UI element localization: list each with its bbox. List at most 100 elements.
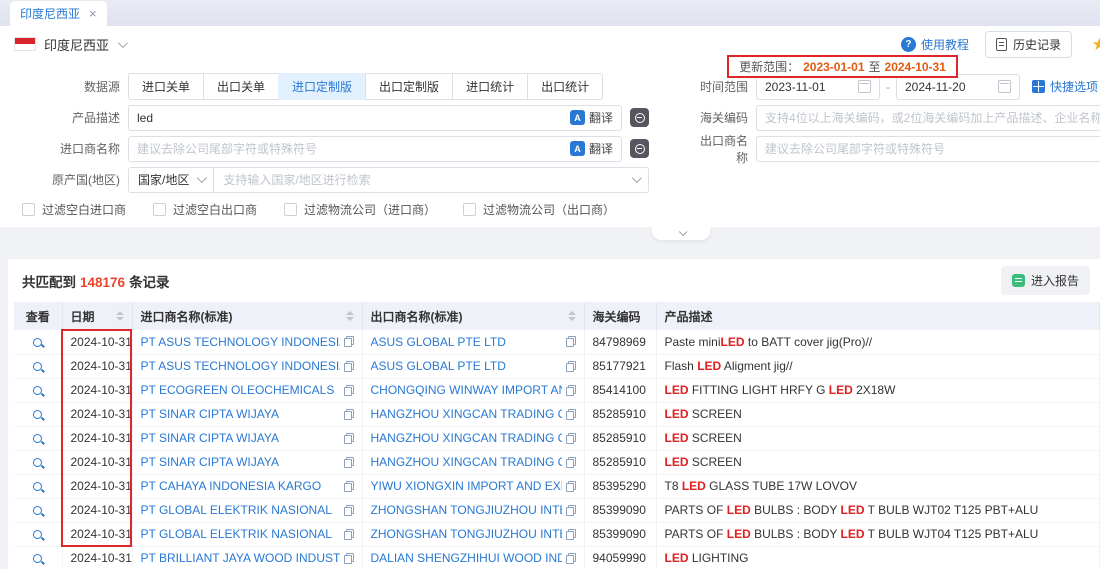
filter-checkbox-2[interactable]: 过滤空白出口商 bbox=[153, 201, 257, 218]
exporter-link[interactable]: HANGZHOU XINGCAN TRADING CO LTD bbox=[371, 407, 562, 421]
exporter-input[interactable]: 建议去除公司尾部字符或特殊符号 bbox=[756, 136, 1100, 162]
column-header-4[interactable]: 出口商名称(标准) bbox=[362, 302, 584, 330]
copy-icon[interactable] bbox=[566, 385, 576, 396]
product-desc-cell: PARTS OF LED BULBS : BODY LED T BULB WJT… bbox=[656, 522, 1100, 546]
data-source-option-1[interactable]: 进口关单 bbox=[128, 73, 204, 100]
view-details-icon[interactable] bbox=[33, 338, 42, 347]
exporter-link[interactable]: ZHONGSHAN TONGJIUZHOU INTERNA... bbox=[371, 527, 562, 541]
date-cell: 2024-10-31 bbox=[62, 474, 132, 498]
hs-code-cell: 85285910 bbox=[584, 426, 656, 450]
translate-button[interactable]: A 翻译 bbox=[570, 109, 613, 126]
exporter-link[interactable]: ASUS GLOBAL PTE LTD bbox=[371, 359, 506, 373]
data-source-option-6[interactable]: 出口统计 bbox=[527, 73, 603, 100]
chevron-down-icon[interactable] bbox=[118, 38, 128, 48]
copy-icon[interactable] bbox=[566, 433, 576, 444]
match-mode-icon[interactable] bbox=[630, 139, 649, 158]
table-header-row: 查看日期进口商名称(标准)出口商名称(标准)海关编码产品描述 bbox=[14, 302, 1100, 330]
favorite-star-icon[interactable]: ★ bbox=[1092, 35, 1100, 55]
table-row: 2024-10-31PT ECOGREEN OLEOCHEMICALSCHONG… bbox=[14, 378, 1100, 402]
importer-link[interactable]: PT SINAR CIPTA WIJAYA bbox=[141, 431, 279, 445]
checkbox-icon bbox=[284, 203, 297, 216]
data-source-option-5[interactable]: 进口统计 bbox=[452, 73, 528, 100]
copy-icon[interactable] bbox=[566, 457, 576, 468]
hs-code-label: 海关编码 bbox=[690, 109, 748, 126]
history-icon bbox=[996, 38, 1007, 51]
sort-icon[interactable] bbox=[116, 311, 124, 321]
copy-icon[interactable] bbox=[344, 336, 354, 347]
filter-checkbox-3[interactable]: 过滤物流公司（进口商） bbox=[284, 201, 436, 218]
sort-icon[interactable] bbox=[346, 311, 354, 321]
copy-icon[interactable] bbox=[344, 529, 354, 540]
view-details-icon[interactable] bbox=[33, 434, 42, 443]
importer-link[interactable]: PT ECOGREEN OLEOCHEMICALS bbox=[141, 383, 335, 397]
importer-link[interactable]: PT GLOBAL ELEKTRIK NASIONAL bbox=[141, 503, 332, 517]
copy-icon[interactable] bbox=[566, 409, 576, 420]
importer-input[interactable]: 建议去除公司尾部字符或特殊符号 A 翻译 bbox=[128, 136, 622, 162]
copy-icon[interactable] bbox=[344, 553, 354, 564]
quick-options-button[interactable]: 快捷选项 bbox=[1032, 78, 1098, 95]
exporter-link[interactable]: DALIAN SHENGZHIHUI WOOD INDUST... bbox=[371, 551, 562, 565]
match-mode-icon[interactable] bbox=[630, 108, 649, 127]
copy-icon[interactable] bbox=[344, 433, 354, 444]
filter-checkbox-1[interactable]: 过滤空白进口商 bbox=[22, 201, 126, 218]
history-button[interactable]: 历史记录 bbox=[985, 31, 1072, 58]
view-details-icon[interactable] bbox=[33, 506, 42, 515]
importer-link[interactable]: PT GLOBAL ELEKTRIK NASIONAL bbox=[141, 527, 332, 541]
copy-icon[interactable] bbox=[344, 385, 354, 396]
checkbox-icon bbox=[463, 203, 476, 216]
hs-code-cell: 84798969 bbox=[584, 330, 656, 354]
origin-type-dropdown[interactable]: 国家/地区 bbox=[129, 168, 214, 192]
close-icon[interactable]: × bbox=[89, 6, 97, 21]
collapse-panel-button[interactable] bbox=[652, 227, 710, 240]
view-details-icon[interactable] bbox=[33, 482, 42, 491]
column-header-2[interactable]: 日期 bbox=[62, 302, 132, 330]
exporter-link[interactable]: HANGZHOU XINGCAN TRADING CO LTD bbox=[371, 431, 562, 445]
column-header-3[interactable]: 进口商名称(标准) bbox=[132, 302, 362, 330]
exporter-link[interactable]: CHONGQING WINWAY IMPORT AND E... bbox=[371, 383, 562, 397]
tutorial-label: 使用教程 bbox=[921, 36, 969, 53]
tab-indonesia[interactable]: 印度尼西亚 × bbox=[10, 1, 107, 26]
exporter-link[interactable]: YIWU XIONGXIN IMPORT AND EXPORT... bbox=[371, 479, 562, 493]
view-details-icon[interactable] bbox=[33, 410, 42, 419]
copy-icon[interactable] bbox=[344, 457, 354, 468]
importer-link[interactable]: PT ASUS TECHNOLOGY INDONESIA BA... bbox=[141, 359, 340, 373]
copy-icon[interactable] bbox=[344, 409, 354, 420]
importer-link[interactable]: PT BRILLIANT JAYA WOOD INDUSTRY bbox=[141, 551, 340, 565]
exporter-link[interactable]: ZHONGSHAN TONGJIUZHOU INTERNA... bbox=[371, 503, 562, 517]
view-details-icon[interactable] bbox=[33, 530, 42, 539]
exporter-link[interactable]: HANGZHOU XINGCAN TRADING CO LTD bbox=[371, 455, 562, 469]
copy-icon[interactable] bbox=[344, 481, 354, 492]
importer-link[interactable]: PT SINAR CIPTA WIJAYA bbox=[141, 455, 279, 469]
copy-icon[interactable] bbox=[566, 529, 576, 540]
importer-link[interactable]: PT ASUS TECHNOLOGY INDONESIA BA... bbox=[141, 335, 340, 349]
importer-link[interactable]: PT SINAR CIPTA WIJAYA bbox=[141, 407, 279, 421]
product-desc-cell: LED SCREEN bbox=[656, 426, 1100, 450]
view-details-icon[interactable] bbox=[33, 554, 42, 563]
sort-icon[interactable] bbox=[568, 311, 576, 321]
view-details-icon[interactable] bbox=[33, 362, 42, 371]
translate-button[interactable]: A 翻译 bbox=[570, 140, 613, 157]
product-desc-input[interactable]: led A 翻译 bbox=[128, 105, 622, 131]
copy-icon[interactable] bbox=[344, 505, 354, 516]
data-source-option-2[interactable]: 出口关单 bbox=[203, 73, 279, 100]
copy-icon[interactable] bbox=[566, 553, 576, 564]
copy-icon[interactable] bbox=[566, 336, 576, 347]
filter-checkbox-4[interactable]: 过滤物流公司（出口商） bbox=[463, 201, 615, 218]
product-desc-cell: Flash LED Aligment jig// bbox=[656, 354, 1100, 378]
copy-icon[interactable] bbox=[566, 481, 576, 492]
importer-link[interactable]: PT CAHAYA INDONESIA KARGO bbox=[141, 479, 322, 493]
data-source-option-4[interactable]: 出口定制版 bbox=[365, 73, 453, 100]
hs-code-input[interactable]: 支持4位以上海关编码，或2位海关编码加上产品描述、企业名称的任意信息 bbox=[756, 105, 1100, 131]
copy-icon[interactable] bbox=[566, 361, 576, 372]
hs-code-cell: 85285910 bbox=[584, 402, 656, 426]
product-desc-cell: LED LIGHTING bbox=[656, 546, 1100, 569]
copy-icon[interactable] bbox=[566, 505, 576, 516]
data-source-option-3[interactable]: 进口定制版 bbox=[278, 73, 366, 100]
view-details-icon[interactable] bbox=[33, 386, 42, 395]
exporter-link[interactable]: ASUS GLOBAL PTE LTD bbox=[371, 335, 506, 349]
enter-report-button[interactable]: 进入报告 bbox=[1001, 266, 1090, 295]
view-details-icon[interactable] bbox=[33, 458, 42, 467]
origin-select[interactable]: 国家/地区 支持输入国家/地区进行检索 bbox=[128, 167, 649, 193]
copy-icon[interactable] bbox=[344, 361, 354, 372]
tutorial-button[interactable]: ? 使用教程 bbox=[901, 36, 969, 53]
